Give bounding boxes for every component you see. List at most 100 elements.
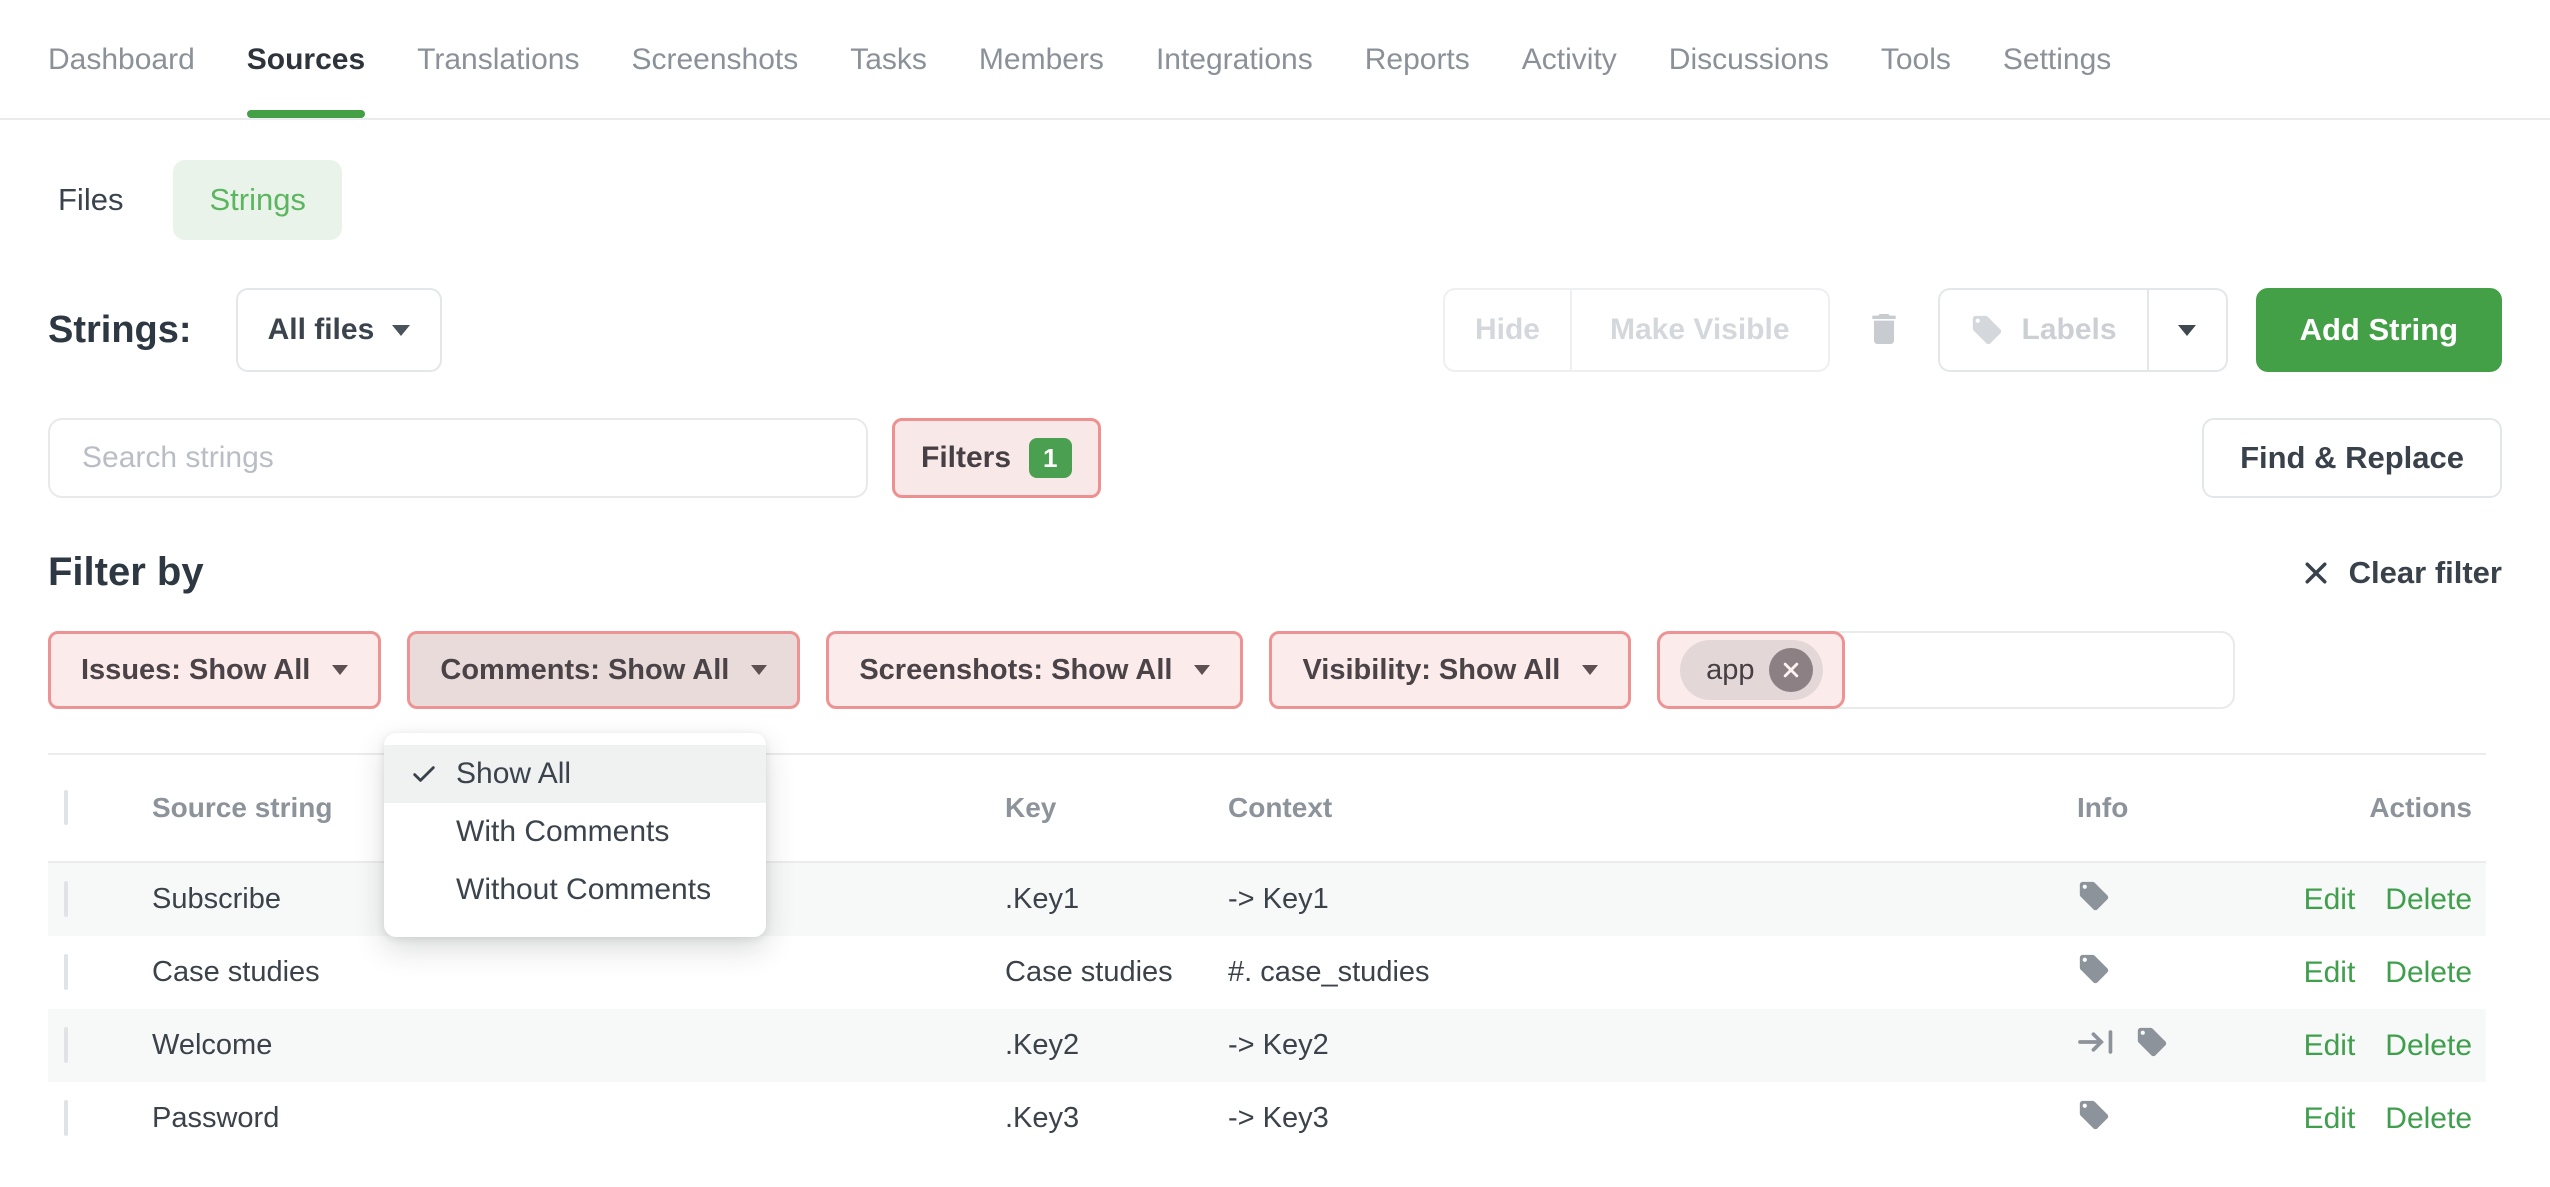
filter-pill-comments-label: Comments: Show All	[440, 654, 729, 687]
filter-by-title: Filter by	[48, 550, 204, 595]
delete-link[interactable]: Delete	[2385, 1102, 2472, 1136]
tab-files[interactable]: Files	[48, 162, 133, 238]
nav-tab-tools[interactable]: Tools	[1881, 42, 1951, 78]
row-checkbox[interactable]	[64, 954, 68, 990]
top-navigation: Dashboard Sources Translations Screensho…	[0, 0, 2550, 120]
clear-filter-button[interactable]: Clear filter	[2301, 555, 2502, 591]
filter-pill-visibility-label: Visibility: Show All	[1302, 654, 1560, 687]
find-replace-button[interactable]: Find & Replace	[2202, 418, 2502, 498]
column-header-actions: Actions	[2277, 792, 2472, 824]
add-string-button[interactable]: Add String	[2256, 288, 2502, 372]
file-filter-dropdown[interactable]: All files	[236, 288, 443, 372]
nav-tab-members[interactable]: Members	[979, 42, 1104, 78]
filters-count-badge: 1	[1029, 438, 1071, 478]
table-row: Password .Key3 -> Key3 Edit Delete	[48, 1082, 2486, 1155]
nav-tab-sources[interactable]: Sources	[247, 42, 365, 78]
delete-link[interactable]: Delete	[2385, 883, 2472, 917]
filter-pill-visibility[interactable]: Visibility: Show All	[1269, 631, 1631, 709]
labels-filter-input[interactable]: app	[1657, 631, 2235, 709]
cell-context: -> Key2	[1228, 1029, 2077, 1062]
cell-key: .Key1	[1005, 883, 1228, 916]
filters-button[interactable]: Filters 1	[892, 418, 1101, 498]
dropdown-option-with-comments[interactable]: With Comments	[384, 803, 766, 861]
tag-icon	[2135, 1025, 2169, 1067]
file-filter-value: All files	[268, 313, 375, 347]
chevron-down-icon	[332, 665, 348, 675]
hide-button[interactable]: Hide	[1443, 288, 1571, 372]
close-icon	[2301, 558, 2331, 588]
search-row: Filters 1 Find & Replace	[48, 418, 2502, 498]
chevron-down-icon	[1582, 665, 1598, 675]
nav-tab-dashboard[interactable]: Dashboard	[48, 42, 195, 78]
label-chip-text: app	[1706, 654, 1754, 687]
dropdown-option-show-all[interactable]: Show All	[384, 745, 766, 803]
trash-icon	[1864, 309, 1904, 352]
row-checkbox[interactable]	[64, 1027, 68, 1063]
label-chip-app: app	[1680, 640, 1822, 700]
remove-label-chip-button[interactable]	[1769, 648, 1813, 692]
row-checkbox[interactable]	[64, 881, 68, 917]
delete-strings-button[interactable]	[1864, 309, 1904, 352]
cell-context: -> Key3	[1228, 1102, 2077, 1135]
edit-link[interactable]: Edit	[2304, 883, 2356, 917]
nav-tab-settings[interactable]: Settings	[2003, 42, 2111, 78]
tag-icon	[2077, 1098, 2111, 1140]
labels-dropdown-button[interactable]	[2148, 288, 2228, 372]
cell-key: .Key3	[1005, 1102, 1228, 1135]
filter-by-row: Filter by Clear filter	[48, 550, 2502, 595]
nav-tab-activity[interactable]: Activity	[1522, 42, 1617, 78]
row-checkbox[interactable]	[64, 1100, 68, 1136]
delete-link[interactable]: Delete	[2385, 1029, 2472, 1063]
filter-pill-screenshots-label: Screenshots: Show All	[859, 654, 1172, 687]
column-header-context: Context	[1228, 792, 2077, 824]
cell-source-string: Case studies	[152, 956, 1005, 989]
clear-filter-label: Clear filter	[2349, 555, 2502, 591]
check-icon	[410, 760, 456, 788]
nav-tab-discussions[interactable]: Discussions	[1669, 42, 1829, 78]
tab-strings[interactable]: Strings	[173, 160, 341, 240]
tag-icon	[2077, 879, 2111, 921]
labels-filter-active-zone: app	[1657, 631, 1845, 709]
make-visible-button[interactable]: Make Visible	[1571, 288, 1830, 372]
filter-pill-issues[interactable]: Issues: Show All	[48, 631, 381, 709]
cell-context: #. case_studies	[1228, 956, 2077, 989]
arrow-to-bar-icon	[2077, 1025, 2117, 1067]
nav-tab-tasks[interactable]: Tasks	[850, 42, 927, 78]
edit-link[interactable]: Edit	[2304, 1102, 2356, 1136]
labels-button-label: Labels	[2022, 313, 2117, 347]
cell-source-string: Welcome	[152, 1029, 1005, 1062]
cell-context: -> Key1	[1228, 883, 2077, 916]
filter-pill-comments[interactable]: Comments: Show All	[407, 631, 800, 709]
strings-toolbar: Strings: All files Hide Make Visible Lab…	[48, 288, 2502, 372]
chevron-down-icon	[2178, 325, 2196, 336]
cell-key: .Key2	[1005, 1029, 1228, 1062]
edit-link[interactable]: Edit	[2304, 1029, 2356, 1063]
filter-pills-row: Issues: Show All Comments: Show All Scre…	[48, 631, 2502, 709]
table-row: Welcome .Key2 -> Key2 Edit Delete	[48, 1009, 2486, 1082]
nav-tab-reports[interactable]: Reports	[1365, 42, 1470, 78]
nav-tab-translations[interactable]: Translations	[417, 42, 579, 78]
tag-icon	[2077, 952, 2111, 994]
cell-source-string: Password	[152, 1102, 1005, 1135]
search-input[interactable]	[48, 418, 868, 498]
chevron-down-icon	[751, 665, 767, 675]
table-row: Case studies Case studies #. case_studie…	[48, 936, 2486, 1009]
tag-icon	[1970, 313, 2004, 347]
chevron-down-icon	[392, 325, 410, 336]
nav-tab-integrations[interactable]: Integrations	[1156, 42, 1313, 78]
page-title: Strings:	[48, 309, 192, 352]
filter-pill-screenshots[interactable]: Screenshots: Show All	[826, 631, 1243, 709]
delete-link[interactable]: Delete	[2385, 956, 2472, 990]
view-tabs: Files Strings	[48, 160, 2502, 240]
close-icon	[1781, 660, 1801, 680]
nav-tab-screenshots[interactable]: Screenshots	[631, 42, 798, 78]
visibility-button-group: Hide Make Visible	[1443, 288, 1830, 372]
filters-button-label: Filters	[921, 441, 1011, 475]
labels-button[interactable]: Labels	[1938, 288, 2148, 372]
column-header-info: Info	[2077, 792, 2277, 824]
edit-link[interactable]: Edit	[2304, 956, 2356, 990]
chevron-down-icon	[1194, 665, 1210, 675]
cell-key: Case studies	[1005, 956, 1228, 989]
select-all-checkbox[interactable]	[64, 790, 68, 825]
dropdown-option-without-comments[interactable]: Without Comments	[384, 861, 766, 919]
